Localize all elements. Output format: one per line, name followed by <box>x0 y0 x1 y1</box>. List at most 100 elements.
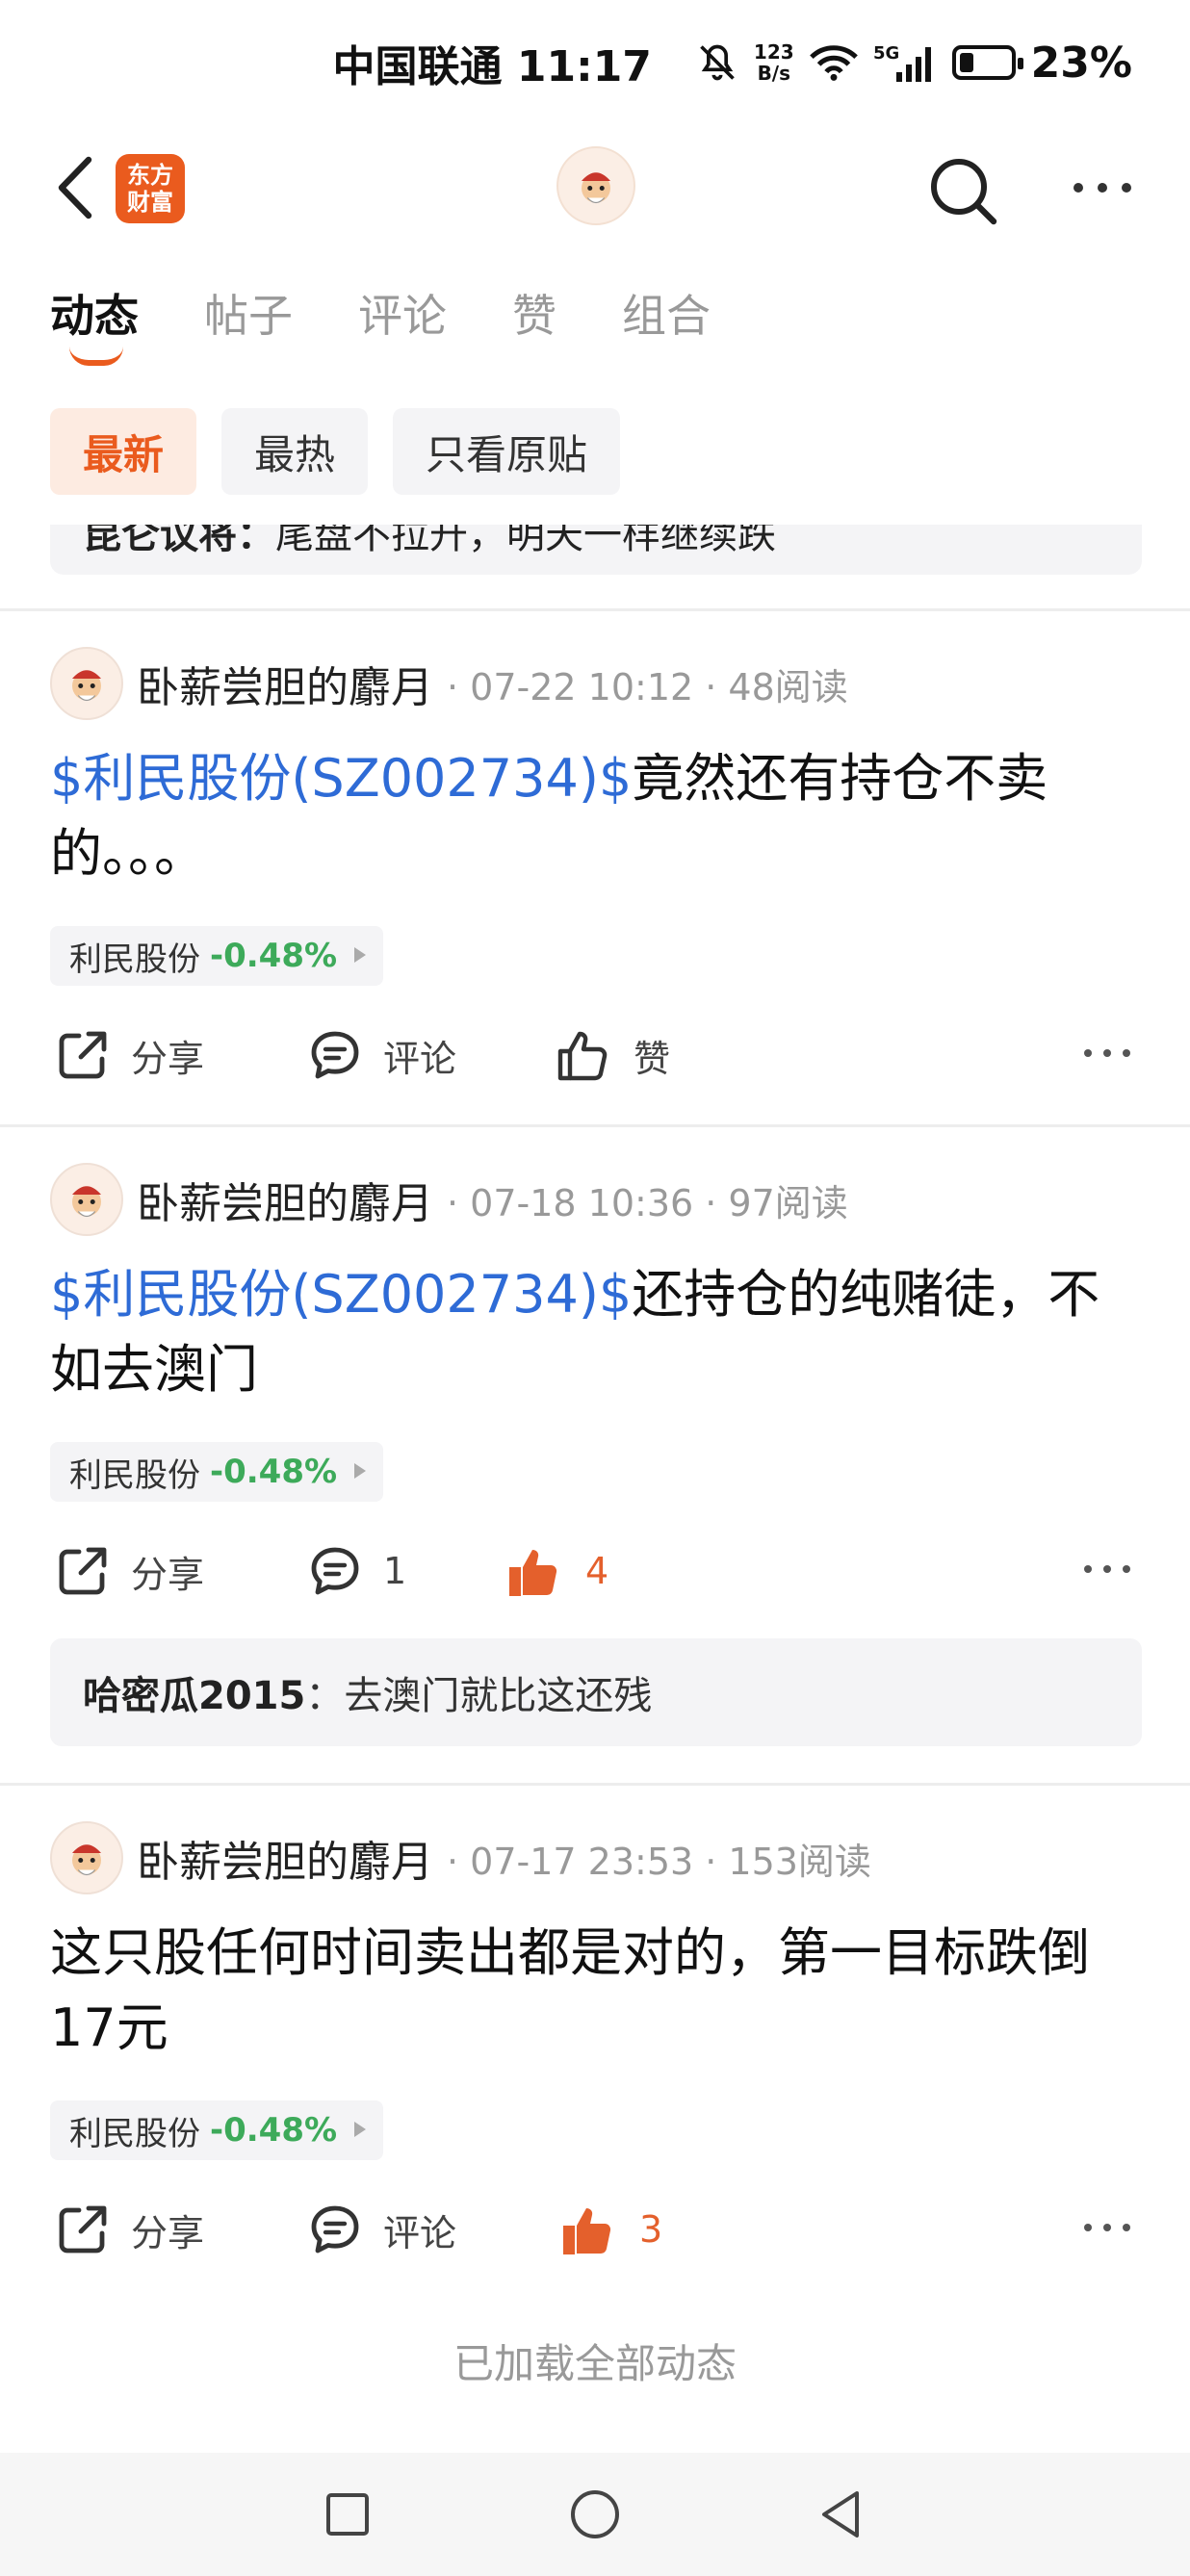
post-content[interactable]: $利民股份(SZ002734)$还持仓的纯赌徒，不如去澳门 <box>50 1257 1142 1407</box>
brand-line1: 东方 <box>127 162 173 189</box>
like-count: 4 <box>585 1550 609 1592</box>
tab-dynamics[interactable]: 动态 <box>50 281 139 366</box>
post-content[interactable]: $利民股份(SZ002734)$竟然还有持仓不卖的。。。 <box>50 741 1142 891</box>
like-button[interactable]: 4 <box>504 1533 608 1610</box>
stock-link[interactable]: $利民股份(SZ002734)$ <box>50 748 632 809</box>
brand-logo[interactable]: 东方 财富 <box>116 154 185 223</box>
tab-portfolio[interactable]: 组合 <box>622 281 711 345</box>
triangle-back-icon <box>822 2491 859 2537</box>
stock-tag-name: 利民股份 <box>69 2114 200 2153</box>
search-button[interactable] <box>924 152 1001 229</box>
post-meta: · 07-17 23:53 · 153阅读 <box>447 1840 871 1883</box>
carrier-time: 中国联通 11:17 <box>332 42 652 91</box>
status-bar: 中国联通 11:17 123 B/s 5G 23% <box>0 0 1190 125</box>
post-actions: 分享 1 4 <box>50 1533 1142 1610</box>
recent-apps-button[interactable] <box>323 2486 372 2547</box>
reply-author[interactable]: 哈密瓜2015 <box>83 1664 305 1720</box>
thumbs-up-icon <box>557 1031 608 1081</box>
thumbs-up-filled-icon <box>563 2208 611 2254</box>
divider <box>0 1124 1190 1127</box>
stock-tag[interactable]: 利民股份 -0.48% <box>50 1442 384 1502</box>
more-icon <box>1084 1049 1130 1057</box>
post-meta: · 07-22 10:12 · 48阅读 <box>447 665 848 708</box>
post-header: 卧薪尝胆的麝月 · 07-17 23:53 · 153阅读 <box>50 1819 871 1896</box>
stock-tag[interactable]: 利民股份 -0.48% <box>50 2100 384 2160</box>
tab-comments[interactable]: 评论 <box>358 281 447 345</box>
back-nav-button[interactable] <box>816 2486 865 2547</box>
author-name[interactable]: 卧薪尝胆的麝月 <box>137 653 433 714</box>
like-button[interactable]: 赞 <box>555 1017 670 1094</box>
stock-link[interactable]: $利民股份(SZ002734)$ <box>50 1264 632 1325</box>
filter-chips: 最新 最热 只看原贴 <box>50 408 621 495</box>
divider <box>0 1783 1190 1786</box>
stock-tag-name: 利民股份 <box>69 940 200 979</box>
signal-5g-icon: 5G <box>873 41 937 84</box>
share-button[interactable]: 分享 <box>56 2191 204 2268</box>
comment-icon <box>311 1031 359 1079</box>
more-icon <box>1074 183 1131 193</box>
more-button[interactable] <box>1069 173 1136 202</box>
tab-label: 组合 <box>622 290 711 342</box>
avatar-icon <box>72 670 101 702</box>
stock-tag-name: 利民股份 <box>69 1455 200 1495</box>
like-button[interactable]: 3 <box>558 2191 662 2268</box>
chevron-right-icon <box>354 947 367 963</box>
post-header: 卧薪尝胆的麝月 · 07-22 10:12 · 48阅读 <box>50 645 848 722</box>
chevron-right-icon <box>354 2122 367 2137</box>
reply-separator: ： <box>305 1674 345 1718</box>
author-avatar[interactable] <box>50 1163 123 1236</box>
filter-original-only[interactable]: 只看原贴 <box>393 408 621 495</box>
tab-posts[interactable]: 帖子 <box>204 281 293 345</box>
post-more-button[interactable] <box>1082 1559 1132 1583</box>
previous-reply-box[interactable]: 昆仑议将：尾盘不拉升，明天一样继续跌 <box>50 525 1142 575</box>
tab-label: 评论 <box>358 290 447 342</box>
comment-label: 评论 <box>383 1037 457 1080</box>
home-button[interactable] <box>568 2486 622 2547</box>
post-content[interactable]: 这只股任何时间卖出都是对的，第一目标跌倒17元 <box>50 1916 1142 2066</box>
battery-percent: 23% <box>1030 38 1132 88</box>
share-button[interactable]: 分享 <box>56 1017 204 1094</box>
net-speed-value: 123 <box>753 40 794 64</box>
like-label: 赞 <box>634 1037 671 1080</box>
post-more-button[interactable] <box>1082 1043 1132 1067</box>
share-label: 分享 <box>131 2211 205 2254</box>
author-name[interactable]: 卧薪尝胆的麝月 <box>137 1169 433 1230</box>
comment-icon <box>311 2205 359 2254</box>
thumbs-up-filled-icon <box>509 1550 557 1596</box>
share-icon <box>59 2205 107 2254</box>
filter-hottest[interactable]: 最热 <box>221 408 369 495</box>
net-speed-unit: B/s <box>757 62 791 85</box>
author-avatar[interactable] <box>50 647 123 720</box>
brand-line2: 财富 <box>127 189 173 216</box>
comment-button[interactable]: 1 <box>308 1533 406 1610</box>
comment-button[interactable]: 评论 <box>308 2191 456 2268</box>
reply-text: 去澳门就比这还残 <box>344 1674 653 1718</box>
author-avatar[interactable] <box>50 1821 123 1894</box>
share-label: 分享 <box>131 1037 205 1080</box>
more-icon <box>1084 1565 1130 1573</box>
comment-button[interactable]: 评论 <box>308 1017 456 1094</box>
net-speed: 123 B/s <box>754 41 794 84</box>
filter-latest[interactable]: 最新 <box>50 408 197 495</box>
battery-icon <box>951 45 1023 80</box>
reply-preview[interactable]: 哈密瓜2015：去澳门就比这还残 <box>50 1638 1142 1746</box>
tab-likes[interactable]: 赞 <box>512 281 556 345</box>
svg-text:5G: 5G <box>873 43 899 64</box>
stock-tag-change: -0.48% <box>210 1453 338 1491</box>
share-label: 分享 <box>131 1553 205 1596</box>
share-button[interactable]: 分享 <box>56 1533 204 1610</box>
previous-reply-text: 昆仑议将：尾盘不拉升，明天一样继续跌 <box>83 525 776 559</box>
stock-tag-change: -0.48% <box>210 2111 338 2150</box>
author-name[interactable]: 卧薪尝胆的麝月 <box>137 1827 433 1889</box>
back-button[interactable] <box>46 154 104 221</box>
back-icon <box>58 156 92 219</box>
mute-icon <box>696 41 738 84</box>
post-more-button[interactable] <box>1082 2218 1132 2241</box>
post-actions: 分享 评论 3 <box>50 2191 1142 2268</box>
stock-tag-change: -0.48% <box>210 937 338 975</box>
stock-tag[interactable]: 利民股份 -0.48% <box>50 926 384 986</box>
post-actions: 分享 评论 赞 <box>50 1017 1142 1094</box>
comment-label: 评论 <box>383 2211 457 2254</box>
square-icon <box>326 2493 369 2536</box>
profile-avatar[interactable] <box>556 146 635 225</box>
